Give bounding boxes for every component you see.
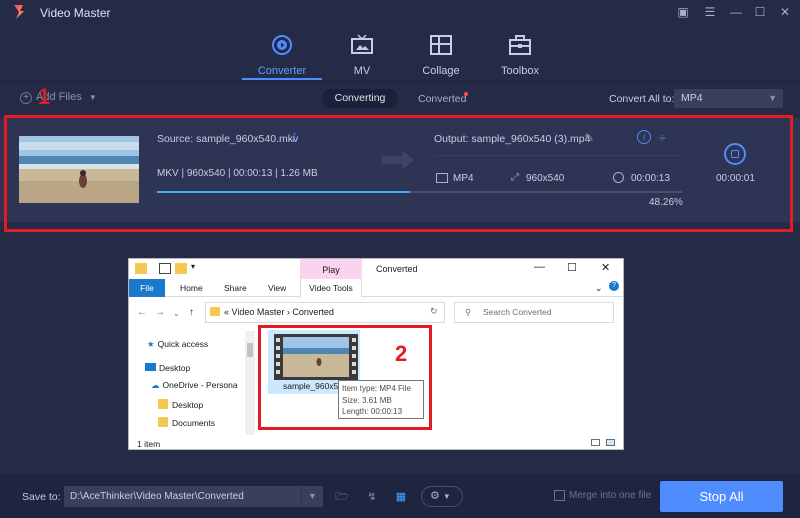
tab-toolbox[interactable]: Toolbox: [480, 34, 560, 77]
convert-all-label: Convert All to:: [609, 93, 675, 105]
format-value: MP4: [681, 92, 703, 104]
item-count: 1 item: [137, 439, 161, 449]
chevron-down-icon: ▼: [442, 492, 451, 501]
gear-icon: ⚙: [430, 490, 440, 502]
search-converted-input[interactable]: ⚲ Search Converted: [454, 302, 614, 323]
help-icon[interactable]: ?: [609, 281, 619, 291]
chevron-down-icon: ▼: [768, 93, 777, 103]
close-icon[interactable]: ✕: [776, 4, 794, 20]
ribbon-tab-share[interactable]: Share: [224, 283, 247, 293]
nav-quick-access[interactable]: ★ Quick access: [147, 339, 208, 350]
open-folder-icon[interactable]: 🗁: [332, 487, 352, 507]
refresh-icon[interactable]: ↻: [430, 306, 438, 317]
chevron-down-icon: ▼: [88, 93, 97, 102]
annotation-box-1: [4, 115, 793, 232]
forward-arrow-icon[interactable]: →: [155, 307, 165, 318]
minimize-icon[interactable]: —: [727, 4, 745, 20]
tab-label: Converter: [257, 65, 307, 77]
converting-tab[interactable]: Converting: [322, 89, 398, 108]
stop-all-button[interactable]: Stop All: [660, 481, 783, 512]
menu-icon[interactable]: ☰: [701, 4, 719, 20]
folder-icon: [158, 417, 168, 427]
tab-label: Collage: [422, 65, 460, 77]
nav-label: Desktop: [159, 363, 191, 373]
nav-desktop-onedrive[interactable]: Desktop: [158, 399, 203, 410]
convert-all-format-select[interactable]: MP4 ▼: [674, 89, 783, 108]
feedback-icon[interactable]: ▣: [674, 4, 692, 20]
add-files-button[interactable]: + Add Files ▼: [20, 91, 97, 104]
app-title: Video Master: [40, 6, 111, 20]
ribbon-tab-file[interactable]: File: [129, 279, 165, 297]
merge-label: Merge into one file: [569, 490, 652, 501]
notification-dot: [464, 92, 468, 96]
close-icon[interactable]: ✕: [601, 261, 610, 274]
ribbon-tabs: [129, 279, 623, 297]
search-placeholder: Search Converted: [483, 307, 552, 317]
nav-onedrive[interactable]: ☁ OneDrive - Persona: [151, 380, 238, 391]
annotation-number-1: 1: [38, 84, 51, 109]
annotation-number-2: 2: [395, 341, 408, 366]
gpu-acceleration-on-icon[interactable]: ▦: [391, 487, 411, 507]
maximize-icon[interactable]: ☐: [567, 261, 577, 274]
divider: [0, 81, 800, 82]
converted-tab[interactable]: Converted: [418, 93, 466, 105]
star-icon: ★: [147, 339, 155, 349]
cloud-icon: ☁: [151, 380, 160, 390]
details-view-icon[interactable]: [591, 439, 600, 446]
plus-circle-icon: +: [20, 92, 32, 104]
folder-icon: [158, 399, 168, 409]
app-logo-icon: [14, 5, 24, 19]
customize-toolbar-icon[interactable]: ▾: [191, 262, 195, 271]
nav-scrollbar[interactable]: [245, 331, 255, 435]
explorer-title: Converted: [376, 264, 418, 274]
folder-icon: [210, 307, 220, 316]
minimize-icon[interactable]: —: [534, 261, 545, 273]
tab-label: Toolbox: [501, 65, 539, 77]
scrollbar-thumb[interactable]: [247, 343, 253, 357]
nav-label: OneDrive - Persona: [162, 380, 238, 390]
tab-mv[interactable]: MV: [322, 34, 402, 77]
tab-collage[interactable]: Collage: [401, 34, 481, 77]
merge-checkbox[interactable]: [554, 490, 565, 501]
address-bar[interactable]: « Video Master › Converted: [205, 302, 445, 323]
converter-icon: [272, 35, 292, 55]
nav-desktop[interactable]: Desktop: [145, 363, 190, 373]
ribbon-tab-view[interactable]: View: [268, 283, 286, 293]
chevron-down-icon[interactable]: ⌄: [173, 309, 180, 318]
chevron-down-icon[interactable]: ▼: [301, 486, 323, 507]
search-icon: ⚲: [465, 307, 472, 317]
hardware-acceleration-off-icon[interactable]: ↯: [362, 487, 382, 507]
back-arrow-icon[interactable]: ←: [137, 307, 147, 318]
ribbon-tab-video-tools[interactable]: Video Tools: [300, 279, 362, 297]
new-folder-icon[interactable]: [175, 263, 187, 274]
tab-converter[interactable]: Converter: [242, 34, 322, 77]
nav-label: Documents: [172, 418, 215, 428]
tab-label: MV: [353, 65, 371, 77]
nav-documents[interactable]: Documents: [158, 417, 215, 428]
up-arrow-icon[interactable]: ↑: [189, 307, 194, 318]
active-tab-indicator: [242, 78, 322, 80]
ribbon-tab-home[interactable]: Home: [180, 283, 203, 293]
nav-label: Desktop: [172, 400, 204, 410]
toolbox-icon: [509, 35, 531, 55]
mv-icon: [351, 34, 373, 54]
settings-button[interactable]: ⚙ ▼: [421, 486, 463, 507]
nav-label: Quick access: [157, 339, 209, 349]
desktop-icon: [145, 363, 156, 371]
save-path-field[interactable]: D:\AceThinker\Video Master\Converted: [64, 486, 308, 507]
folder-icon: [135, 263, 147, 274]
save-to-label: Save to:: [22, 491, 61, 503]
collage-icon: [430, 35, 452, 55]
properties-icon[interactable]: [159, 263, 171, 274]
chevron-down-icon[interactable]: ⌄: [595, 283, 603, 294]
large-icons-view-icon[interactable]: [606, 439, 615, 446]
address-path: « Video Master › Converted: [224, 307, 334, 317]
maximize-icon[interactable]: ☐: [751, 4, 769, 20]
